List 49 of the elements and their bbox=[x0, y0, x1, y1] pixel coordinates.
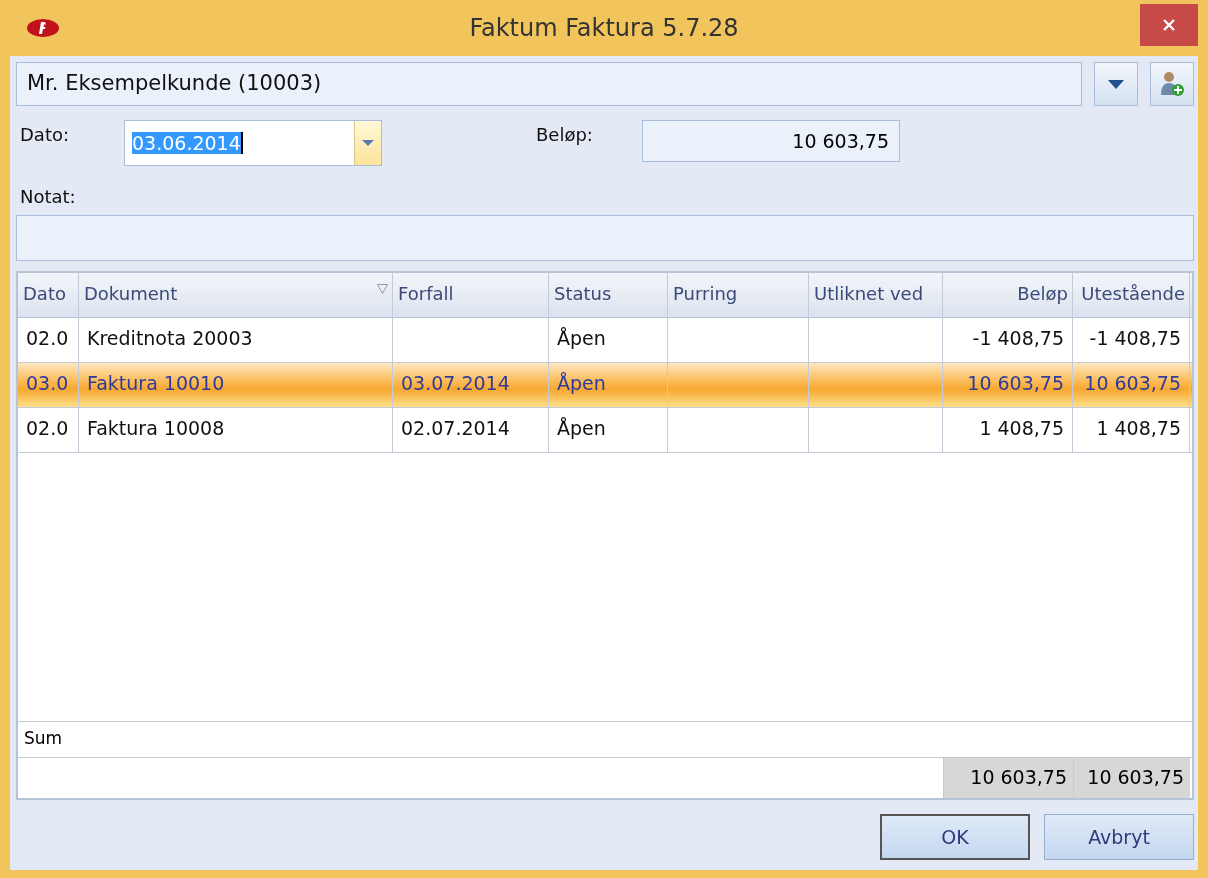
window-title: Faktum Faktura 5.7.28 bbox=[468, 14, 740, 42]
column-header[interactable]: Purring bbox=[668, 273, 809, 317]
column-header[interactable]: Utliknet ved bbox=[809, 273, 943, 317]
table-cell-text: Åpen bbox=[557, 372, 606, 396]
note-label: Notat: bbox=[20, 186, 77, 207]
total-cell: 10 603,75 bbox=[1073, 758, 1190, 798]
note-field[interactable] bbox=[16, 215, 1194, 261]
table-row[interactable]: 02.0 Kreditnota 20003 Åpen -1 408,75 -1 408,75 bbox=[18, 318, 1192, 363]
dropdown-button[interactable] bbox=[1094, 62, 1138, 106]
cancel-button[interactable]: Avbryt bbox=[1044, 814, 1194, 860]
column-header[interactable]: Beløp bbox=[943, 273, 1073, 317]
table-cell-text: Åpen bbox=[557, 417, 606, 441]
total-cell: 10 603,75 bbox=[943, 758, 1073, 798]
table-cell-text: Faktura 10008 bbox=[87, 417, 225, 441]
table-cell-text: 02.0 bbox=[26, 417, 69, 441]
close-button[interactable] bbox=[1140, 4, 1198, 46]
table-cell-text: 10 603,75 bbox=[1084, 372, 1181, 396]
table-row[interactable]: 03.0 Faktura 10010 03.07.2014 Åpen 10 603,75 10 603,75 bbox=[18, 363, 1192, 408]
table-cell-text: 03.0 bbox=[26, 372, 69, 396]
table-cell-text: 02.0 bbox=[26, 327, 69, 351]
ok-button[interactable]: OK bbox=[880, 814, 1030, 860]
amount-field: 10 603,75 bbox=[642, 120, 900, 162]
table-cell-text: Faktura 10010 bbox=[87, 372, 225, 396]
table-cell-text: -1 408,75 bbox=[972, 327, 1064, 351]
table-cell-text: 1 408,75 bbox=[1096, 417, 1181, 441]
table-cell-text: 1 408,75 bbox=[979, 417, 1064, 441]
customer-field[interactable]: Mr. Eksempelkunde (10003) bbox=[16, 62, 1082, 106]
app-logo-icon bbox=[26, 18, 60, 38]
column-header[interactable]: Utestående bbox=[1073, 273, 1190, 317]
table-cell-text: Kreditnota 20003 bbox=[87, 327, 253, 351]
column-header[interactable]: Forfall bbox=[393, 273, 549, 317]
caret-icon bbox=[1108, 79, 1124, 89]
table-cell-text: 02.07.2014 bbox=[401, 417, 510, 441]
table-cell-text: 03.07.2014 bbox=[401, 372, 510, 396]
caret-icon bbox=[362, 140, 374, 146]
amount-label: Beløp: bbox=[536, 123, 594, 145]
column-header[interactable]: Dokument bbox=[79, 273, 393, 317]
person-add-icon bbox=[1160, 71, 1184, 97]
table-cell-text: Åpen bbox=[557, 327, 606, 351]
filter-icon bbox=[377, 284, 388, 294]
column-header[interactable]: Dato bbox=[18, 273, 79, 317]
date-label: Dato: bbox=[20, 123, 71, 145]
table-cell-text: 10 603,75 bbox=[967, 372, 1064, 396]
table-cell-text: -1 408,75 bbox=[1089, 327, 1181, 351]
add-customer-button[interactable] bbox=[1150, 62, 1194, 106]
close-icon bbox=[1162, 18, 1176, 32]
sum-label: Sum bbox=[24, 728, 63, 748]
column-header[interactable]: Status bbox=[549, 273, 668, 317]
table-row[interactable]: 02.0 Faktura 10008 02.07.2014 Åpen 1 408,75 1 408,75 bbox=[18, 408, 1192, 453]
